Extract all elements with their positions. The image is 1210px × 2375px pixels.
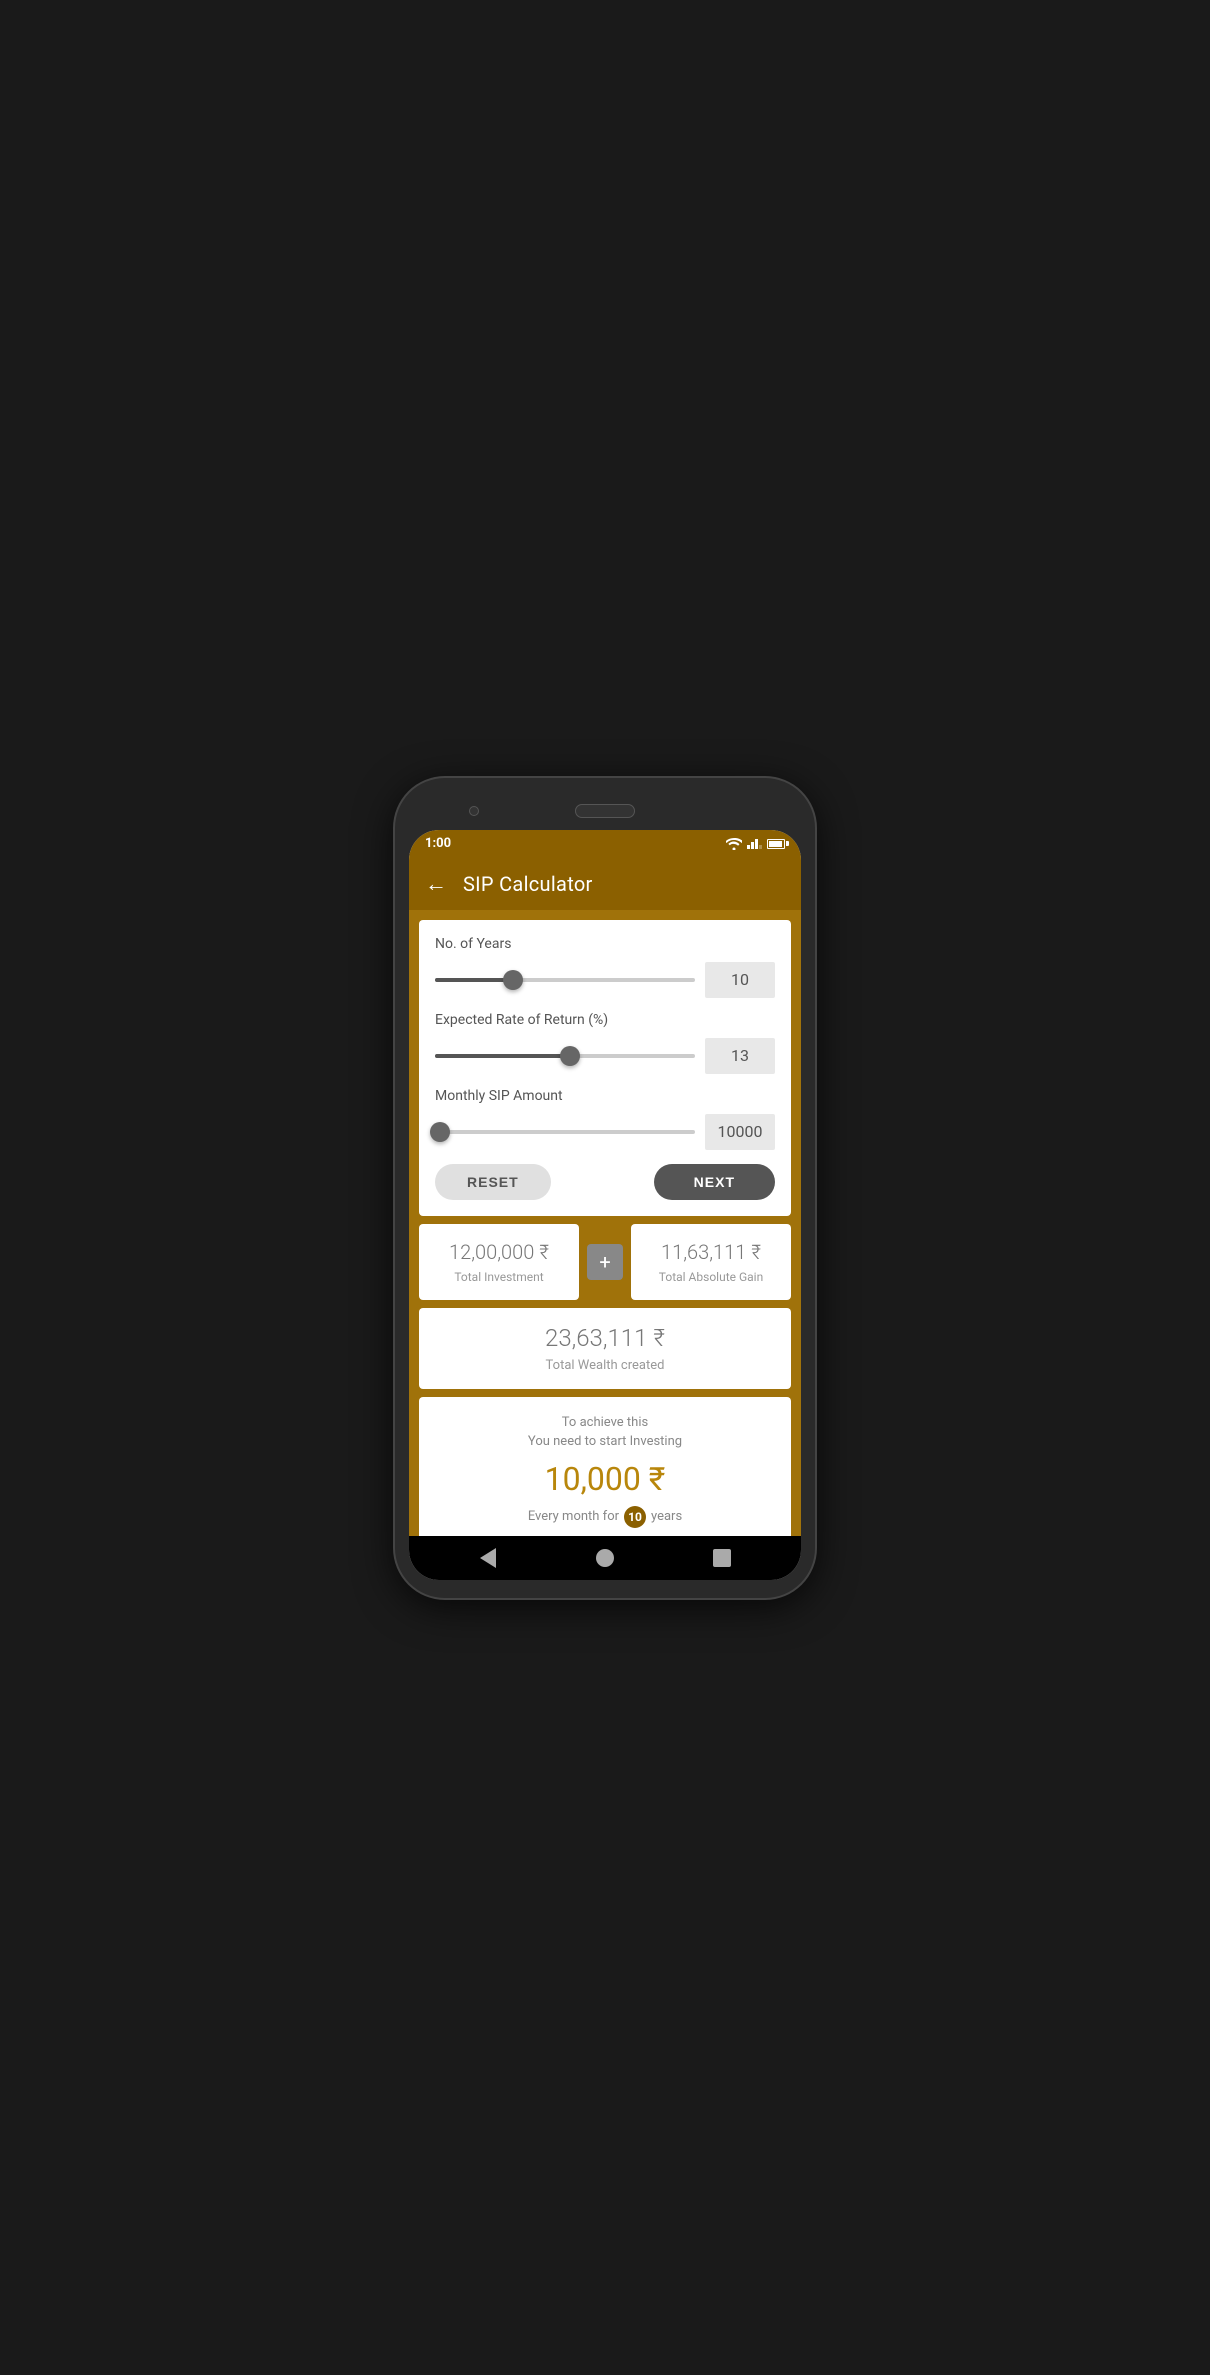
- total-gain-label: Total Absolute Gain: [647, 1270, 775, 1284]
- wealth-card: 23,63,111 ₹ Total Wealth created: [419, 1308, 791, 1389]
- achieve-prefix: Every month for: [528, 1509, 619, 1524]
- buttons-row: RESET NEXT: [435, 1164, 775, 1200]
- nav-back-button[interactable]: [474, 1544, 502, 1572]
- signal-bars: [747, 839, 762, 849]
- years-slider[interactable]: [435, 968, 695, 992]
- years-slider-track: [435, 978, 695, 982]
- signal-bar-1: [747, 845, 750, 849]
- phone-camera-icon: [469, 806, 479, 816]
- achieve-card: To achieve this You need to start Invest…: [419, 1397, 791, 1536]
- phone-speaker: [575, 804, 635, 818]
- rate-slider-track: [435, 1054, 695, 1058]
- years-label: No. of Years: [435, 936, 775, 952]
- plus-symbol: +: [599, 1250, 610, 1274]
- status-icons: [726, 838, 785, 850]
- achieve-top-text: To achieve this You need to start Invest…: [435, 1413, 775, 1452]
- calculator-card: No. of Years 10 Expected Rate of Return …: [419, 920, 791, 1216]
- sip-slider-thumb[interactable]: [430, 1122, 450, 1142]
- phone-shell: 1:00 ← SIP Calcula: [395, 778, 815, 1598]
- wealth-amount: 23,63,111 ₹: [435, 1324, 775, 1352]
- achieve-text-line1: To achieve this: [562, 1415, 648, 1430]
- battery-icon: [767, 839, 785, 849]
- achieve-text-line2: You need to start Investing: [528, 1434, 682, 1449]
- rate-slider[interactable]: [435, 1044, 695, 1068]
- years-badge: 10: [624, 1506, 646, 1528]
- years-slider-thumb[interactable]: [503, 970, 523, 990]
- results-row: 12,00,000 ₹ Total Investment + 11,63,111…: [419, 1224, 791, 1300]
- wifi-icon: [726, 838, 742, 850]
- rate-slider-fill: [435, 1054, 570, 1058]
- signal-bar-2: [751, 842, 754, 849]
- bottom-nav: [409, 1536, 801, 1580]
- home-nav-icon: [596, 1549, 614, 1567]
- reset-button[interactable]: RESET: [435, 1164, 551, 1200]
- nav-home-button[interactable]: [591, 1544, 619, 1572]
- page-title: SIP Calculator: [463, 872, 593, 896]
- achieve-bottom: Every month for 10 years: [435, 1506, 775, 1528]
- app-bar: ← SIP Calculator: [409, 858, 801, 910]
- total-gain-card: 11,63,111 ₹ Total Absolute Gain: [631, 1224, 791, 1300]
- recents-nav-icon: [713, 1549, 731, 1567]
- plus-icon: +: [587, 1244, 623, 1280]
- years-slider-row: 10: [435, 962, 775, 998]
- next-button[interactable]: NEXT: [654, 1164, 775, 1200]
- sip-slider-row: 10000: [435, 1114, 775, 1150]
- content-area: No. of Years 10 Expected Rate of Return …: [409, 910, 801, 1536]
- total-investment-amount: 12,00,000 ₹: [435, 1240, 563, 1264]
- battery-tip: [786, 841, 789, 846]
- sip-slider-track: [435, 1130, 695, 1134]
- rate-slider-thumb[interactable]: [560, 1046, 580, 1066]
- nav-recents-button[interactable]: [708, 1544, 736, 1572]
- total-investment-card: 12,00,000 ₹ Total Investment: [419, 1224, 579, 1300]
- signal-bar-3: [755, 839, 758, 849]
- total-gain-amount: 11,63,111 ₹: [647, 1240, 775, 1264]
- phone-screen: 1:00 ← SIP Calcula: [409, 830, 801, 1580]
- sip-slider[interactable]: [435, 1120, 695, 1144]
- back-button[interactable]: ←: [425, 871, 447, 897]
- signal-bar-4: [759, 845, 762, 849]
- achieve-suffix: years: [651, 1509, 682, 1524]
- wealth-label: Total Wealth created: [435, 1358, 775, 1373]
- back-nav-icon: [480, 1548, 496, 1568]
- sip-value-box[interactable]: 10000: [705, 1114, 775, 1150]
- phone-top-bar: [409, 796, 801, 826]
- achieve-amount: 10,000 ₹: [435, 1460, 775, 1498]
- rate-label: Expected Rate of Return (%): [435, 1012, 775, 1028]
- sip-label: Monthly SIP Amount: [435, 1088, 775, 1104]
- rate-value-box[interactable]: 13: [705, 1038, 775, 1074]
- status-bar: 1:00: [409, 830, 801, 858]
- years-slider-fill: [435, 978, 513, 982]
- rate-slider-row: 13: [435, 1038, 775, 1074]
- battery-fill: [769, 841, 782, 847]
- status-time: 1:00: [425, 836, 451, 851]
- years-value-box[interactable]: 10: [705, 962, 775, 998]
- total-investment-label: Total Investment: [435, 1270, 563, 1284]
